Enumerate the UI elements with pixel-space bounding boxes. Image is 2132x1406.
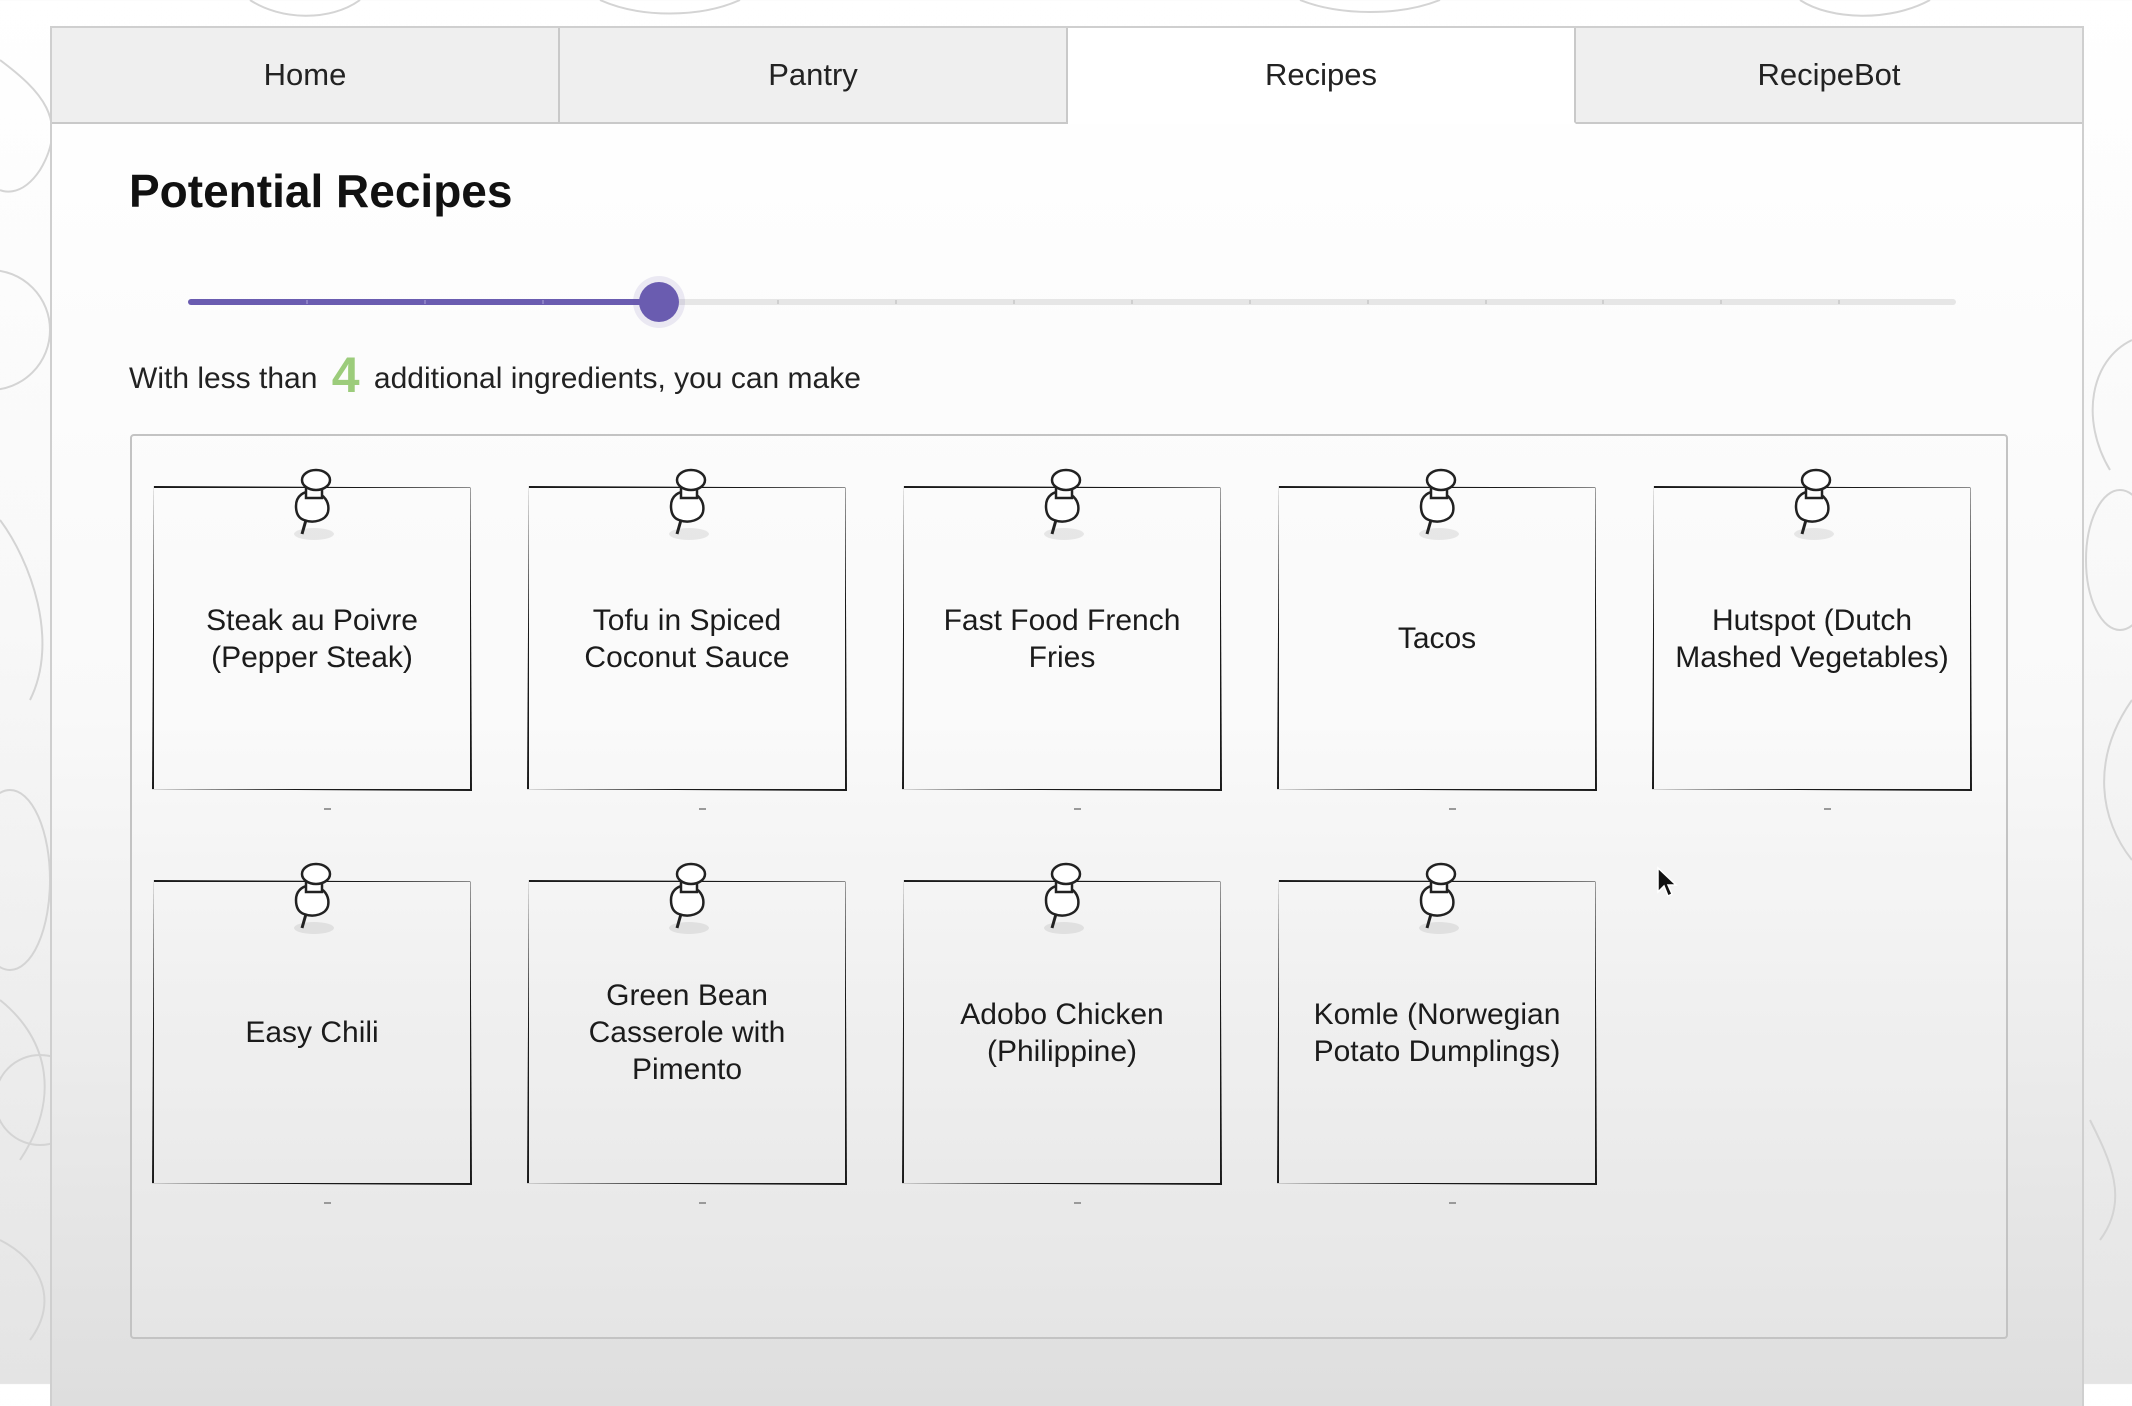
recipe-card[interactable]: Steak au Poivre (Pepper Steak) [152,468,472,810]
recipe-name: Green Bean Casserole with Pimento [588,979,786,1086]
recipe-card[interactable]: Easy Chili [152,862,472,1204]
ingredient-count: 4 [331,347,360,403]
recipe-card[interactable]: Green Bean Casserole with Pimento [527,862,847,1204]
tab-pantry[interactable]: Pantry [560,28,1068,124]
slider-thumb[interactable] [639,282,680,322]
caption-prefix: With less than [129,362,318,395]
card-mark [699,808,706,810]
recipe-board: Steak au Poivre (Pepper Steak) Tofu in S… [130,434,2008,1339]
slider-tick [1602,300,1605,304]
recipe-name: Tacos [1397,622,1477,655]
slider-tick [1013,300,1016,304]
recipe-name: Steak au Poivre (Pepper Steak) [206,603,418,674]
card-mark [1074,1202,1081,1204]
card-mark [324,1202,331,1204]
slider-tick [895,300,898,304]
pushpin-icon [669,862,709,934]
pushpin-icon [294,862,334,934]
tab-home[interactable]: Home [52,28,560,124]
slider-tick [541,300,544,304]
caption-suffix: additional ingredients, you can make [373,362,861,395]
card-mark [1449,1202,1456,1204]
tab-recipebot[interactable]: RecipeBot [1576,28,2082,124]
pushpin-icon [294,468,334,540]
pushpin-icon [1044,468,1084,540]
recipe-name: Hutspot (Dutch Mashed Vegetables) [1675,603,1949,674]
app-window: Home Pantry Recipes RecipeBot Potential … [50,26,2084,1406]
ingredient-count-slider[interactable] [188,278,1956,326]
slider-tick [1838,300,1841,304]
recipe-name: Easy Chili [245,1016,379,1049]
slider-tick [1248,300,1251,304]
slider-tick [305,300,308,304]
slider-tick [1484,300,1487,304]
slider-tick [1366,300,1369,304]
tab-bar: Home Pantry Recipes RecipeBot [52,28,2082,126]
card-mark [1074,808,1081,810]
recipe-name: Adobo Chicken (Philippine) [960,997,1164,1068]
pushpin-icon [1044,862,1084,934]
slider-tick [423,300,426,304]
pushpin-icon [1419,468,1459,540]
slider-tick [1720,300,1723,304]
slider-tick [1130,300,1133,304]
recipe-name: Tofu in Spiced Coconut Sauce [584,603,790,674]
recipe-card[interactable]: Fast Food French Fries [902,468,1222,810]
tab-recipes[interactable]: Recipes [1068,28,1576,124]
pushpin-icon [669,468,709,540]
mouse-pointer-icon [1657,866,1678,898]
page-title: Potential Recipes [129,165,513,217]
recipe-card[interactable]: Tacos [1277,468,1597,810]
recipe-name: Komle (Norwegian Potato Dumplings) [1313,997,1561,1068]
card-mark [699,1202,706,1204]
recipe-card[interactable]: Hutspot (Dutch Mashed Vegetables) [1652,468,1972,810]
card-mark [1449,808,1456,810]
pushpin-icon [1419,862,1459,934]
card-mark [1824,808,1831,810]
ingredient-caption: With less than 4 additional ingredients,… [129,346,861,404]
recipe-card[interactable]: Komle (Norwegian Potato Dumplings) [1277,862,1597,1204]
slider-tick [777,300,780,304]
pushpin-icon [1794,468,1834,540]
recipe-card[interactable]: Adobo Chicken (Philippine) [902,862,1222,1204]
card-mark [324,808,331,810]
recipe-card[interactable]: Tofu in Spiced Coconut Sauce [527,468,847,810]
recipe-name: Fast Food French Fries [943,603,1181,674]
